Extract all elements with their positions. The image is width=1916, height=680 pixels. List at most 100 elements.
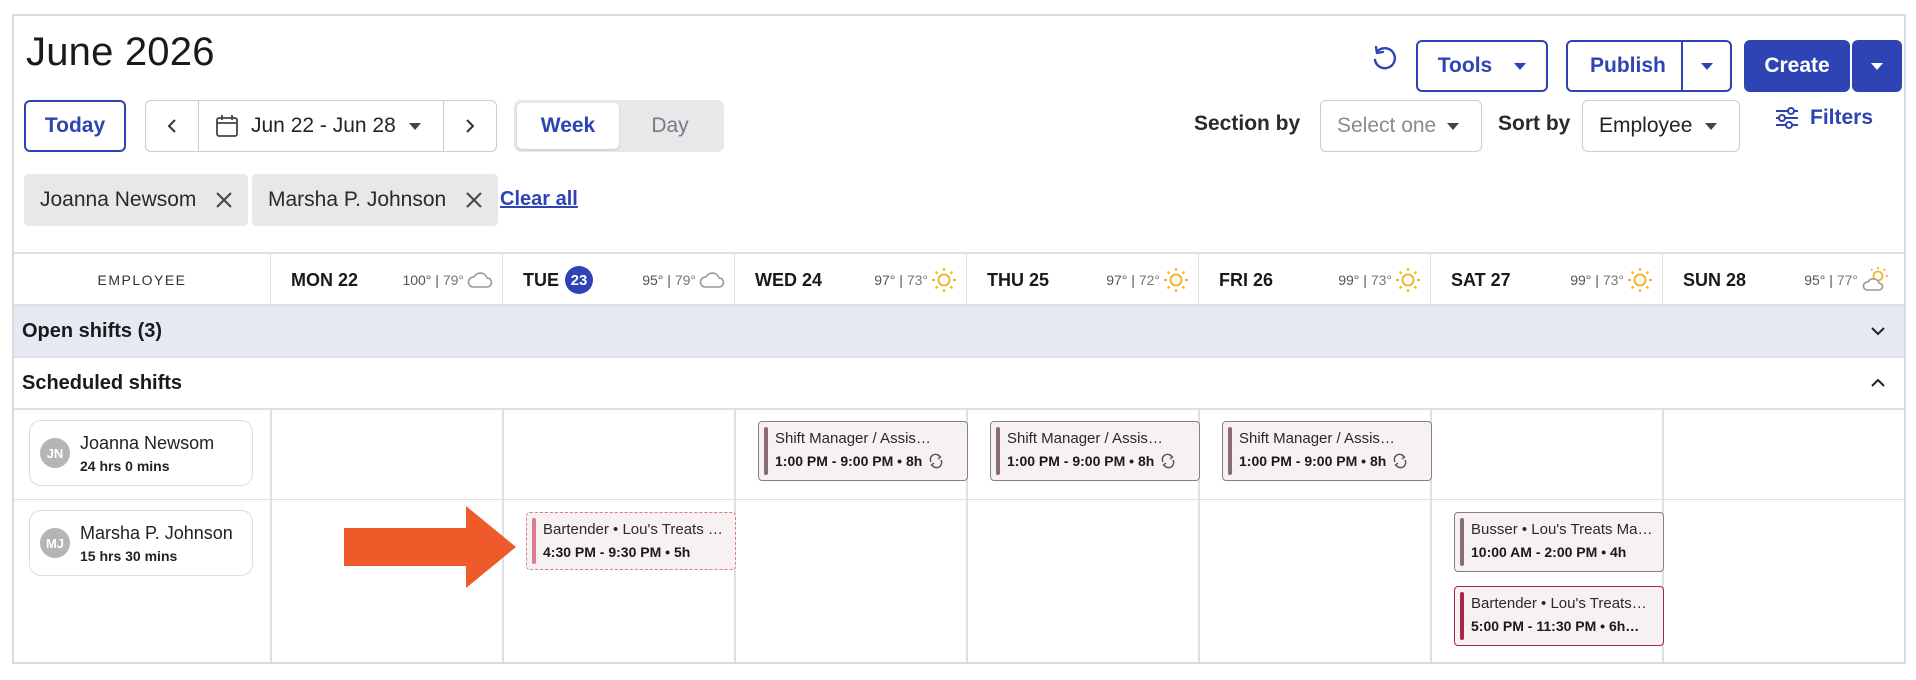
filter-chip-label: Joanna Newsom bbox=[40, 188, 197, 211]
shift-card[interactable]: Shift Manager / Assis… 1:00 PM - 9:00 PM… bbox=[990, 421, 1200, 481]
shift-color-bar bbox=[532, 518, 536, 564]
shift-time: 1:00 PM - 9:00 PM • 8h bbox=[775, 453, 959, 469]
avatar: MJ bbox=[40, 528, 70, 558]
sort-by-select[interactable]: Employee bbox=[1582, 100, 1740, 152]
day-header-mon: MON 22 100° | 79° bbox=[270, 254, 502, 306]
sort-by-label: Sort by bbox=[1498, 112, 1571, 135]
filter-chip-label: Marsha P. Johnson bbox=[268, 188, 447, 211]
section-by-select[interactable]: Select one bbox=[1320, 100, 1482, 152]
next-week-button[interactable] bbox=[444, 101, 496, 151]
shift-role: Bartender • Lou's Treats … bbox=[543, 521, 723, 538]
chevron-down-icon bbox=[1705, 123, 1717, 130]
day-header-tue: TUE 23 95° | 79° bbox=[502, 254, 734, 306]
close-icon[interactable] bbox=[464, 190, 484, 210]
employee-hours: 15 hrs 30 mins bbox=[80, 547, 178, 564]
scheduled-shifts-section[interactable]: Scheduled shifts bbox=[14, 358, 1904, 410]
shift-card[interactable]: Shift Manager / Assis… 1:00 PM - 9:00 PM… bbox=[1222, 421, 1432, 481]
filters-button[interactable]: Filters bbox=[1774, 106, 1873, 130]
create-button[interactable]: Create bbox=[1744, 40, 1850, 92]
shift-time: 1:00 PM - 9:00 PM • 8h bbox=[1239, 453, 1423, 469]
day-label: MON 22 bbox=[291, 269, 359, 290]
day-label: TUE 23 bbox=[523, 266, 593, 294]
employee-card[interactable]: JN Joanna Newsom 24 hrs 0 mins bbox=[29, 420, 253, 486]
chevron-down-icon bbox=[1871, 62, 1883, 70]
highlight-arrow-icon bbox=[344, 506, 516, 588]
week-view-tab[interactable]: Week bbox=[517, 103, 619, 149]
schedule-header-row: EMPLOYEE MON 22 100° | 79° TUE 23 95° | 7… bbox=[14, 252, 1904, 306]
employee-column-header: EMPLOYEE bbox=[97, 272, 187, 288]
date-range-picker: Jun 22 - Jun 28 bbox=[145, 100, 497, 152]
chevron-right-icon bbox=[466, 119, 475, 133]
shift-card[interactable]: Busser • Lou's Treats Ma… 10:00 AM - 2:0… bbox=[1454, 512, 1664, 572]
day-header-wed: WED 24 97° | 73° bbox=[734, 254, 966, 306]
section-by-value: Select one bbox=[1337, 114, 1437, 137]
shift-time: 10:00 AM - 2:00 PM • 4h bbox=[1471, 544, 1627, 560]
shift-card[interactable]: Shift Manager / Assis… 1:00 PM - 9:00 PM… bbox=[758, 421, 968, 481]
shift-color-bar bbox=[1460, 592, 1464, 640]
create-label: Create bbox=[1764, 54, 1830, 77]
day-header-sun: SUN 28 95° | 77° bbox=[1662, 254, 1904, 306]
chevron-down-icon bbox=[1871, 327, 1885, 336]
refresh-button[interactable] bbox=[1364, 38, 1404, 78]
employee-row-marsha: MJ Marsha P. Johnson 15 hrs 30 mins Bart… bbox=[14, 500, 1904, 662]
employee-card[interactable]: MJ Marsha P. Johnson 15 hrs 30 mins bbox=[29, 510, 253, 576]
shift-role: Shift Manager / Assis… bbox=[1007, 430, 1163, 447]
day-header-thu: THU 25 97° | 72° bbox=[966, 254, 1198, 306]
today-marker: 23 bbox=[565, 266, 593, 294]
column-divider bbox=[1430, 500, 1432, 662]
open-shifts-section[interactable]: Open shifts (3) bbox=[14, 306, 1904, 358]
tools-label: Tools bbox=[1437, 54, 1493, 77]
date-range-dropdown[interactable]: Jun 22 - Jun 28 bbox=[198, 101, 444, 151]
calendar-icon bbox=[216, 115, 238, 137]
column-divider bbox=[502, 410, 504, 499]
cloud-icon bbox=[699, 272, 725, 288]
shift-role: Busser • Lou's Treats Ma… bbox=[1471, 521, 1653, 538]
sun-icon bbox=[1396, 268, 1420, 292]
shift-role: Bartender • Lou's Treats… bbox=[1471, 595, 1647, 612]
chevron-down-icon bbox=[1514, 62, 1527, 70]
section-by-label: Section by bbox=[1194, 112, 1301, 135]
page-title: June 2026 bbox=[26, 30, 215, 74]
day-header-sat: SAT 27 99° | 73° bbox=[1430, 254, 1662, 306]
day-label: THU 25 bbox=[987, 269, 1050, 290]
chevron-left-icon bbox=[167, 119, 176, 133]
chevron-down-icon bbox=[1447, 123, 1459, 130]
shift-time: 5:00 PM - 11:30 PM • 6h… bbox=[1471, 618, 1640, 634]
shift-color-bar bbox=[764, 427, 768, 475]
temperature: 95° | 79° bbox=[642, 272, 696, 288]
publish-dropdown-button[interactable] bbox=[1683, 42, 1731, 90]
scheduled-shifts-label: Scheduled shifts bbox=[22, 371, 183, 394]
chevron-down-icon bbox=[1701, 62, 1713, 70]
temperature: 100° | 79° bbox=[402, 272, 464, 288]
day-label: SUN 28 bbox=[1683, 269, 1747, 290]
day-view-tab[interactable]: Day bbox=[619, 103, 721, 149]
close-icon[interactable] bbox=[214, 190, 234, 210]
avatar: JN bbox=[40, 438, 70, 468]
tools-button[interactable]: Tools bbox=[1416, 40, 1548, 92]
today-button[interactable]: Today bbox=[24, 100, 126, 152]
employee-row-joanna: JN Joanna Newsom 24 hrs 0 mins Shift Man… bbox=[14, 410, 1904, 500]
repeat-icon bbox=[1393, 453, 1407, 469]
temperature: 99° | 73° bbox=[1570, 272, 1624, 288]
previous-week-button[interactable] bbox=[146, 101, 198, 151]
repeat-icon bbox=[1161, 453, 1175, 469]
clear-all-link[interactable]: Clear all bbox=[500, 188, 578, 211]
partly-sunny-icon bbox=[1862, 267, 1888, 291]
shift-time: 1:00 PM - 9:00 PM • 8h bbox=[1007, 453, 1191, 469]
create-dropdown-button[interactable] bbox=[1852, 40, 1902, 92]
column-divider bbox=[734, 410, 736, 499]
employee-hours: 24 hrs 0 mins bbox=[80, 457, 170, 474]
shift-card-unpublished[interactable]: Bartender • Lou's Treats … 4:30 PM - 9:3… bbox=[526, 512, 736, 570]
employee-name: Marsha P. Johnson bbox=[80, 522, 233, 543]
scheduler-window: June 2026 Tools Publish Create Today Jun… bbox=[12, 14, 1906, 664]
shift-time: 4:30 PM - 9:30 PM • 5h bbox=[543, 544, 691, 560]
day-label: WED 24 bbox=[755, 269, 823, 290]
shift-card[interactable]: Bartender • Lou's Treats… 5:00 PM - 11:3… bbox=[1454, 586, 1664, 646]
refresh-icon bbox=[1373, 45, 1396, 70]
chevron-up-icon bbox=[1871, 378, 1885, 387]
cloud-icon bbox=[467, 272, 493, 288]
publish-button[interactable]: Publish bbox=[1566, 40, 1732, 92]
temperature: 95° | 77° bbox=[1804, 272, 1858, 288]
sun-icon bbox=[932, 268, 956, 292]
open-shifts-label: Open shifts (3) bbox=[22, 319, 163, 342]
